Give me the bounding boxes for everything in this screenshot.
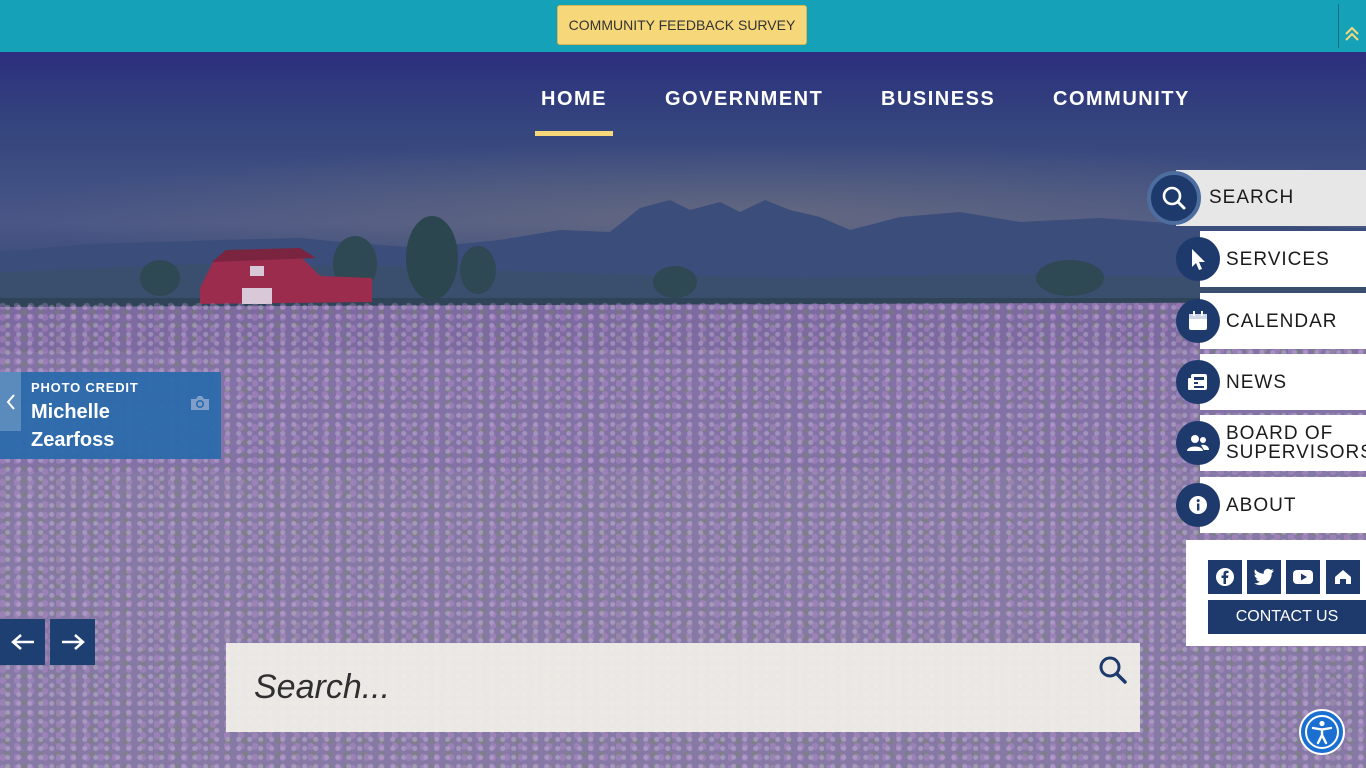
nav-home[interactable]: HOME [541,88,607,111]
arrow-left-icon [10,634,34,650]
photo-credit-name: Michelle Zearfoss [31,401,115,451]
camera-icon [189,394,211,412]
quick-link-label: NEWS [1226,371,1287,393]
info-icon [1176,483,1220,527]
quick-link-board-of-supervisors[interactable]: BOARD OF SUPERVISORS [1200,415,1366,471]
quick-link-calendar[interactable]: CALENDAR [1200,293,1366,349]
search-icon[interactable] [1098,655,1128,685]
quick-link-label: BOARD OF SUPERVISORS [1226,423,1366,463]
users-icon [1176,421,1220,465]
search-input[interactable] [226,643,1086,732]
quick-link-label: ABOUT [1226,494,1297,516]
nav-active-indicator [535,131,613,136]
facebook-icon[interactable] [1208,560,1242,594]
twitter-icon[interactable] [1247,560,1281,594]
slide-prev-button[interactable] [0,619,45,665]
top-banner: COMMUNITY FEEDBACK SURVEY [0,0,1366,52]
quick-link-services[interactable]: SERVICES [1200,231,1366,287]
newspaper-icon [1176,360,1220,404]
social-contact-panel: CONTACT US [1186,540,1366,646]
calendar-icon [1176,299,1220,343]
photo-credit-label: PHOTO CREDIT [31,380,139,395]
accessibility-icon[interactable] [1299,709,1345,755]
site-search-bar [226,643,1140,732]
chevron-left-icon[interactable] [0,372,21,431]
nextdoor-icon[interactable] [1326,560,1360,594]
arrow-right-icon [61,634,85,650]
quick-link-label: SERVICES [1226,248,1330,270]
search-icon[interactable] [1147,171,1201,225]
nav-business[interactable]: BUSINESS [881,88,995,111]
nav-community[interactable]: COMMUNITY [1053,88,1190,111]
quick-link-search[interactable]: SEARCH [1176,170,1366,226]
youtube-icon[interactable] [1286,560,1320,594]
cursor-pointer-icon [1176,237,1220,281]
photo-credit-panel: PHOTO CREDIT Michelle Zearfoss [0,372,221,459]
community-feedback-survey-button[interactable]: COMMUNITY FEEDBACK SURVEY [557,5,807,45]
nav-government[interactable]: GOVERNMENT [665,88,823,111]
quick-link-news[interactable]: NEWS [1200,354,1366,410]
contact-us-button[interactable]: CONTACT US [1208,600,1366,634]
topbar-divider [1338,4,1339,48]
slide-next-button[interactable] [50,619,95,665]
quick-link-search-label: SEARCH [1209,187,1295,208]
quick-link-about[interactable]: ABOUT [1200,477,1366,533]
quick-link-label: CALENDAR [1226,310,1338,332]
double-chevron-up-icon[interactable] [1342,22,1362,46]
